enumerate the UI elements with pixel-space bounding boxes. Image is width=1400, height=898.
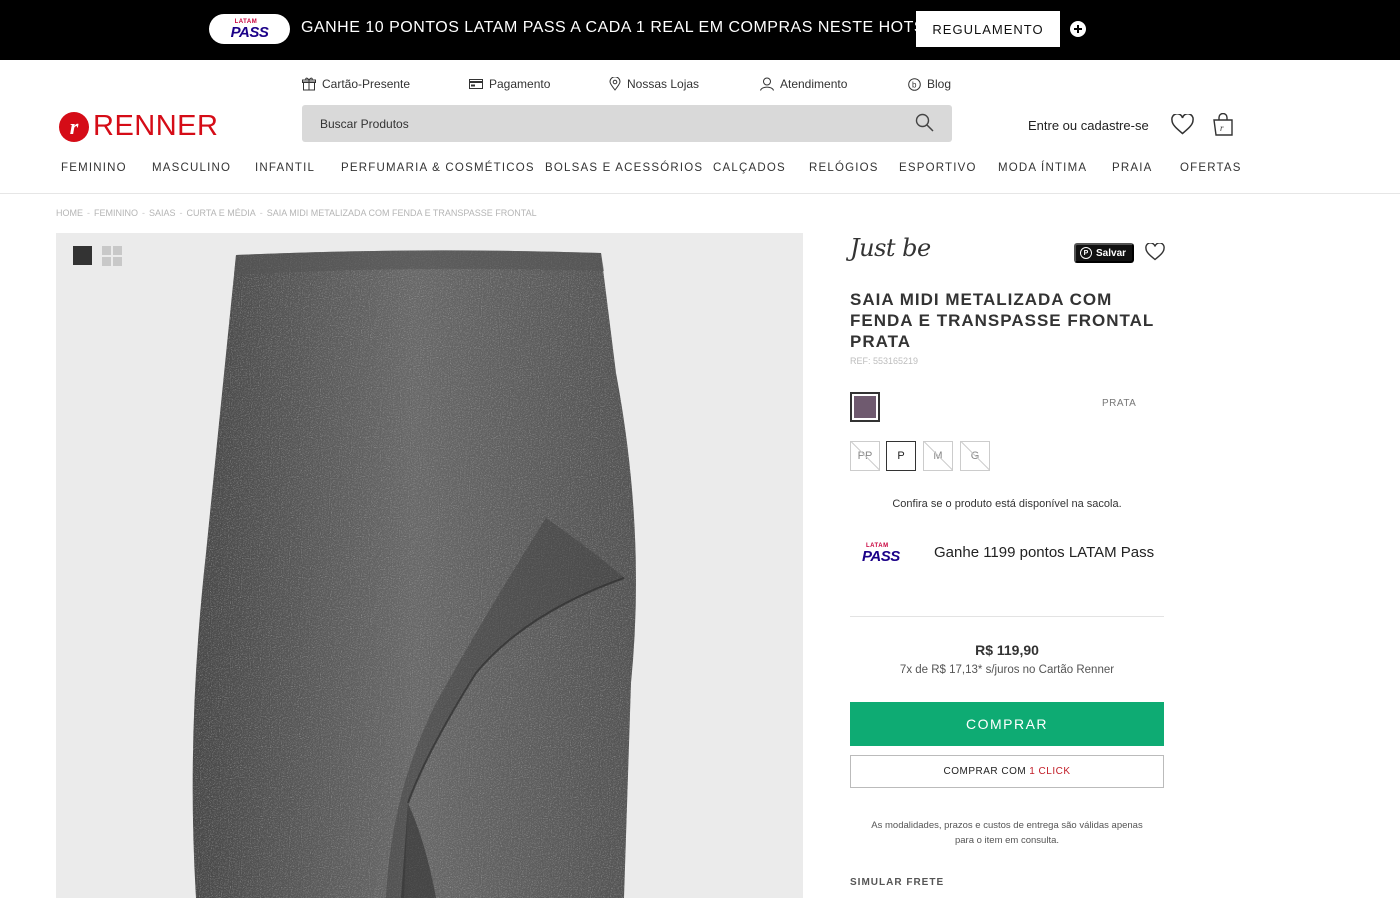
color-fill — [854, 396, 876, 418]
nav-item-feminino[interactable]: FEMININO — [61, 162, 127, 174]
size-option-pp[interactable]: PP — [850, 441, 880, 471]
util-link-pagamento[interactable]: Pagamento — [469, 77, 550, 91]
nav-divider — [0, 193, 1400, 194]
availability-text: Confira se o produto está disponível na … — [892, 498, 1122, 510]
promo-text: GANHE 10 PONTOS LATAM PASS A CADA 1 REAL… — [301, 19, 952, 36]
util-link-atendimento[interactable]: Atendimento — [760, 77, 847, 91]
color-name: PRATA — [1102, 398, 1137, 409]
latam-pass-big-text: PASS — [862, 548, 900, 565]
util-link-label: Nossas Lojas — [627, 77, 700, 91]
nav-item-ofertas[interactable]: OFERTAS — [1180, 162, 1242, 174]
divider — [850, 616, 1164, 617]
latam-pass-logo: LATAM PASS — [209, 14, 290, 44]
favorite-heart-icon[interactable] — [1145, 242, 1165, 266]
blog-icon: b — [908, 77, 921, 91]
nav-item-moda-intima[interactable]: MODA ÍNTIMA — [998, 162, 1087, 174]
color-swatch[interactable] — [850, 392, 880, 422]
util-link-cartao-presente[interactable]: Cartão-Presente — [302, 77, 410, 91]
regulamento-button[interactable]: REGULAMENTO — [916, 11, 1060, 47]
grid-view-icon[interactable] — [102, 246, 122, 266]
location-pin-icon — [609, 77, 621, 91]
search-icon[interactable] — [915, 113, 934, 137]
latam-pass-logo-big: PASS — [230, 23, 269, 41]
util-link-label: Pagamento — [489, 77, 551, 91]
gift-icon — [302, 77, 316, 91]
nav-item-masculino[interactable]: MASCULINO — [152, 162, 231, 174]
size-option-p[interactable]: P — [886, 441, 916, 471]
util-link-blog[interactable]: b Blog — [908, 77, 951, 91]
user-icon — [760, 77, 774, 91]
breadcrumb-item[interactable]: HOME — [56, 208, 83, 218]
brand-name: Just be — [850, 234, 931, 262]
shopping-bag-icon[interactable]: r — [1212, 112, 1234, 141]
breadcrumb-current: SAIA MIDI METALIZADA COM FENDA E TRANSPA… — [266, 208, 537, 218]
buy-button[interactable]: COMPRAR — [850, 702, 1164, 746]
save-label: Salvar — [1096, 247, 1127, 259]
promo-bar: LATAM PASS GANHE 10 PONTOS LATAM PASS A … — [0, 0, 1400, 60]
pinterest-save-button[interactable]: P Salvar — [1074, 243, 1135, 263]
util-link-nossas-lojas[interactable]: Nossas Lojas — [609, 77, 699, 91]
nav-item-calcados[interactable]: CALÇADOS — [713, 162, 786, 174]
nav-item-relogios[interactable]: RELÓGIOS — [809, 162, 879, 174]
nav-item-esportivo[interactable]: ESPORTIVO — [899, 162, 977, 174]
renner-logo[interactable]: r RENNER — [59, 110, 218, 143]
nav-item-perfumaria[interactable]: PERFUMARIA & COSMÉTICOS — [341, 162, 535, 174]
single-view-icon[interactable] — [73, 246, 92, 265]
installments-text: 7x de R$ 17,13* s/juros no Cartão Renner — [899, 664, 1115, 676]
login-link[interactable]: Entre ou cadastre-se — [1028, 118, 1149, 133]
renner-logo-mark: r — [59, 111, 89, 142]
breadcrumb-item[interactable]: CURTA E MÉDIA — [187, 208, 256, 218]
util-link-label: Cartão-Presente — [322, 77, 411, 91]
search-bar — [302, 105, 952, 142]
search-input[interactable] — [302, 105, 902, 142]
product-ref: REF: 553165219 — [850, 356, 919, 366]
pinterest-icon: P — [1080, 247, 1092, 259]
breadcrumb: HOME - FEMININO - SAIAS - CURTA E MÉDIA - SA… — [56, 208, 537, 218]
size-option-g[interactable]: G — [960, 441, 990, 471]
payment-icon — [469, 78, 483, 90]
nav-item-infantil[interactable]: INFANTIL — [255, 162, 315, 174]
simulate-shipping-label: SIMULAR FRETE — [850, 877, 945, 888]
delivery-note: As modalidades, prazos e custos de entre… — [871, 820, 1143, 846]
oneclick-prefix: COMPRAR COM — [943, 766, 1027, 777]
renner-logo-text: RENNER — [93, 110, 219, 142]
svg-text:b: b — [912, 80, 917, 89]
util-link-label: Blog — [927, 77, 952, 91]
expand-plus-icon[interactable] — [1070, 21, 1086, 37]
wishlist-heart-icon[interactable] — [1171, 112, 1194, 140]
util-link-label: Atendimento — [780, 77, 848, 91]
latam-points-text: Ganhe 1199 pontos LATAM Pass — [934, 544, 1155, 561]
product-price: R$ 119,90 — [975, 642, 1039, 658]
breadcrumb-item[interactable]: SAIAS — [149, 208, 176, 218]
oneclick-highlight: 1 CLICK — [1029, 766, 1071, 777]
size-option-m[interactable]: M — [923, 441, 953, 471]
nav-item-praia[interactable]: PRAIA — [1112, 162, 1153, 174]
product-title: SAIA MIDI METALIZADA COM FENDA E TRANSPA… — [850, 290, 1154, 351]
buy-one-click-button[interactable]: COMPRAR COM 1 CLICK — [850, 755, 1164, 788]
svg-text:r: r — [1220, 123, 1224, 133]
nav-item-bolsas[interactable]: BOLSAS E ACESSÓRIOS — [545, 162, 703, 174]
breadcrumb-item[interactable]: FEMININO — [94, 208, 138, 218]
latam-pass-icon: LATAM PASS — [862, 543, 900, 564]
product-image[interactable] — [56, 233, 803, 898]
